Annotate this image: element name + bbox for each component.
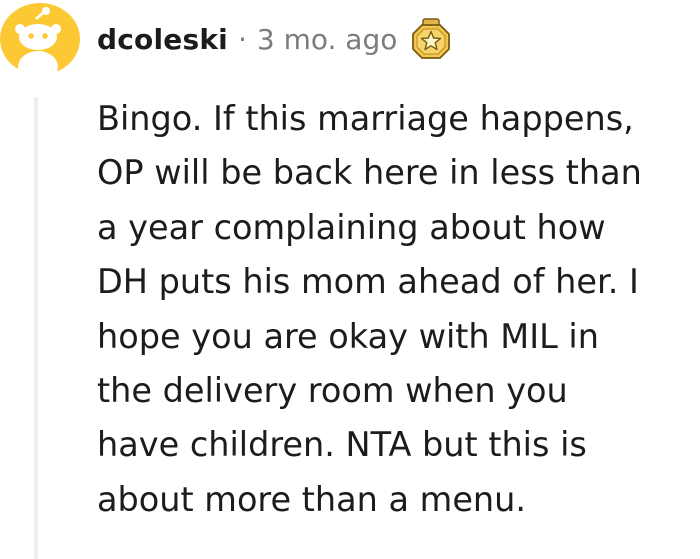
comment-text-line: a year complaining about how — [97, 207, 606, 247]
snoo-avatar-icon — [15, 7, 61, 75]
comment: dcoleski · 3 mo. ago Bingo. If this marr… — [0, 0, 700, 559]
username-link[interactable]: dcoleski — [97, 23, 228, 56]
comment-text-line: the delivery room when you — [97, 371, 568, 411]
comment-text-line: Bingo. If this marriage happens, — [97, 99, 634, 138]
star-award-icon[interactable] — [411, 17, 451, 61]
comment-text-line: have children. NTA but this is — [97, 425, 587, 465]
comment-text-line: DH puts his mom ahead of her. I — [97, 262, 639, 302]
comment-text-line: about more than a menu. — [97, 479, 527, 519]
avatar[interactable] — [0, 3, 80, 75]
comment-text-line: hope you are okay with MIL in — [97, 316, 599, 356]
comment-body: Bingo. If this marriage happens, OP will… — [97, 92, 697, 527]
comment-header: dcoleski · 3 mo. ago — [97, 17, 451, 61]
meta-separator: · — [237, 22, 247, 56]
comment-text-line: OP will be back here in less than — [97, 153, 642, 193]
thread-collapse-line[interactable] — [34, 97, 38, 559]
timestamp[interactable]: 3 mo. ago — [257, 23, 398, 56]
